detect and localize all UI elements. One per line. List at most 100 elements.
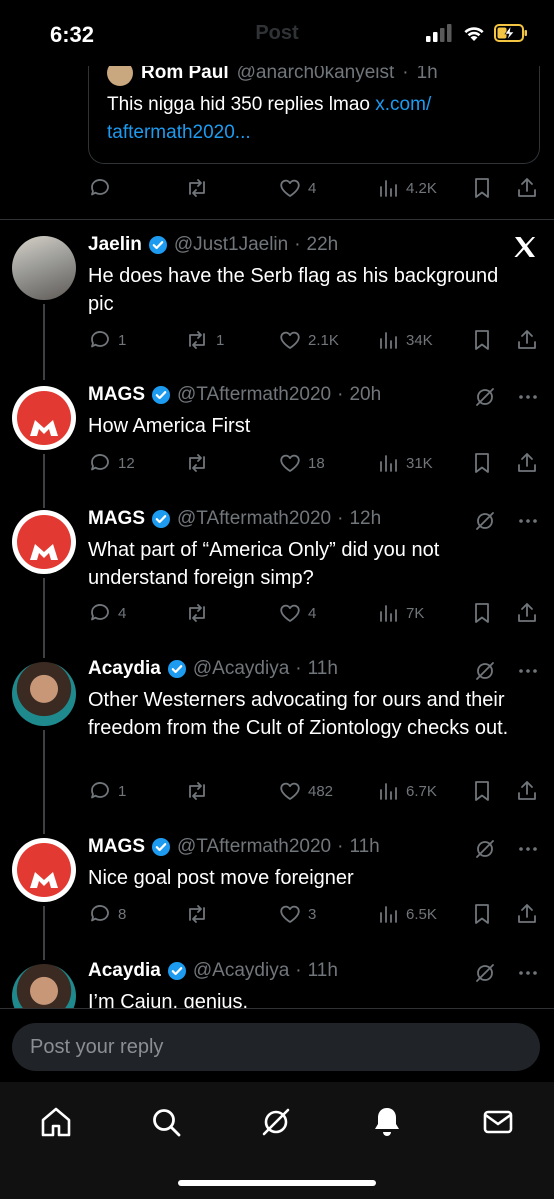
reply-icon: [91, 179, 109, 196]
mail-icon: [483, 1110, 513, 1134]
author-handle[interactable]: @TAftermath2020: [177, 836, 331, 858]
nav-home[interactable]: [36, 1102, 76, 1142]
nav-messages[interactable]: [478, 1102, 518, 1142]
post-actions: 1 482 6.7K: [0, 779, 554, 803]
like-button[interactable]: 2.1K: [278, 328, 339, 352]
share-button[interactable]: [515, 328, 539, 352]
repost-button[interactable]: 1: [184, 328, 224, 352]
grok-icon[interactable]: [474, 962, 496, 984]
repost-button[interactable]: [184, 451, 216, 475]
views-icon: [380, 783, 397, 800]
grok-icon[interactable]: [474, 386, 496, 408]
search-icon: [153, 1109, 181, 1137]
share-icon: [518, 781, 536, 800]
avatar[interactable]: [12, 236, 76, 300]
reply-button[interactable]: 8: [88, 902, 126, 926]
reply-button[interactable]: 4: [88, 601, 126, 625]
post-time: 11h: [349, 836, 380, 857]
reply-post[interactable]: Acaydia @Acaydiya · 11h I’m Cajun, geniu…: [0, 960, 554, 1008]
like-count: 3: [308, 905, 317, 923]
nav-grok[interactable]: [256, 1102, 296, 1142]
post-header: Acaydia @Acaydiya · 11h: [88, 658, 338, 680]
more-options-icon[interactable]: [518, 661, 538, 681]
like-count: 18: [308, 454, 325, 472]
share-button[interactable]: [515, 451, 539, 475]
bookmark-button[interactable]: [471, 601, 493, 625]
share-button[interactable]: [515, 779, 539, 803]
bookmark-button[interactable]: [471, 176, 493, 200]
mags-logo: [17, 515, 71, 569]
bookmark-button[interactable]: [471, 328, 493, 352]
author-name[interactable]: Acaydia: [88, 658, 161, 680]
bookmark-icon: [475, 178, 489, 198]
reply-post[interactable]: MAGS @TAftermath2020 · 12h What part of …: [0, 508, 554, 598]
author-name[interactable]: MAGS: [88, 836, 145, 858]
more-options-icon[interactable]: [518, 963, 538, 983]
more-options-icon[interactable]: [518, 511, 538, 531]
heart-icon: [280, 454, 300, 472]
views-button[interactable]: 7K: [378, 601, 424, 625]
views-button[interactable]: 34K: [378, 328, 433, 352]
bookmark-icon: [475, 781, 489, 801]
like-button[interactable]: 4: [278, 601, 316, 625]
like-button[interactable]: 4: [278, 176, 316, 200]
reply-post[interactable]: MAGS @TAftermath2020 · 20h How America F…: [0, 384, 554, 450]
reply-button[interactable]: [88, 176, 118, 200]
views-count: 7K: [406, 604, 425, 622]
avatar[interactable]: [12, 964, 76, 1008]
reply-bar: [0, 1008, 554, 1082]
bookmark-button[interactable]: [471, 902, 493, 926]
author-handle[interactable]: @Just1Jaelin: [174, 234, 288, 256]
grok-icon[interactable]: [474, 838, 496, 860]
grok-icon[interactable]: [474, 660, 496, 682]
like-button[interactable]: 3: [278, 902, 316, 926]
like-button[interactable]: 482: [278, 779, 333, 803]
avatar[interactable]: [12, 386, 76, 450]
share-button[interactable]: [515, 601, 539, 625]
repost-button[interactable]: [184, 176, 216, 200]
reply-post[interactable]: Acaydia @Acaydiya · 11h Other Westerners…: [0, 658, 554, 768]
repost-button[interactable]: [184, 779, 216, 803]
reply-button[interactable]: 12: [88, 451, 135, 475]
author-name[interactable]: Acaydia: [88, 960, 161, 982]
reply-button[interactable]: 1: [88, 328, 126, 352]
share-icon: [518, 178, 536, 197]
like-button[interactable]: 18: [278, 451, 325, 475]
like-count: 4: [308, 604, 317, 622]
dot-separator: ·: [295, 960, 302, 981]
nav-notifications[interactable]: [367, 1102, 407, 1142]
author-handle[interactable]: @Acaydiya: [193, 960, 289, 982]
author-handle[interactable]: @TAftermath2020: [177, 384, 331, 406]
views-button[interactable]: 31K: [378, 451, 433, 475]
reply-button[interactable]: 1: [88, 779, 126, 803]
dot-separator: ·: [337, 836, 344, 857]
reply-post[interactable]: MAGS @TAftermath2020 · 11h Nice goal pos…: [0, 836, 554, 902]
repost-button[interactable]: [184, 902, 216, 926]
avatar[interactable]: [12, 662, 76, 726]
avatar[interactable]: [12, 838, 76, 902]
avatar[interactable]: [12, 510, 76, 574]
mags-logo: [17, 843, 71, 897]
bookmark-icon: [475, 603, 489, 623]
views-button[interactable]: 6.7K: [378, 779, 437, 803]
more-options-icon[interactable]: [518, 839, 538, 859]
views-button[interactable]: 4.2K: [378, 176, 437, 200]
share-button[interactable]: [515, 902, 539, 926]
reply-input[interactable]: [12, 1023, 540, 1071]
author-name[interactable]: Jaelin: [88, 234, 142, 256]
author-name[interactable]: MAGS: [88, 508, 145, 530]
repost-button[interactable]: [184, 601, 216, 625]
nav-search[interactable]: [146, 1102, 186, 1142]
more-options-icon[interactable]: [518, 387, 538, 407]
views-button[interactable]: 6.5K: [378, 902, 437, 926]
share-button[interactable]: [515, 176, 539, 200]
author-name[interactable]: MAGS: [88, 384, 145, 406]
author-handle[interactable]: @Acaydiya: [193, 658, 289, 680]
post-time: 20h: [349, 384, 382, 405]
repost-count: 1: [216, 331, 225, 349]
author-handle[interactable]: @TAftermath2020: [177, 508, 331, 530]
grok-icon[interactable]: [474, 510, 496, 532]
verified-badge-icon: [152, 386, 170, 404]
bookmark-button[interactable]: [471, 779, 493, 803]
bookmark-button[interactable]: [471, 451, 493, 475]
